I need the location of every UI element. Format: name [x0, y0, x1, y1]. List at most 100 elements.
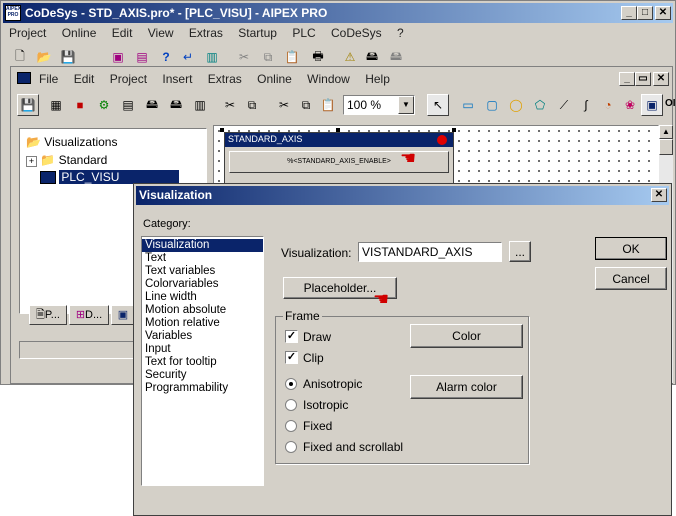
category-item-programmability[interactable]: Programmability — [142, 382, 263, 395]
zoom-select[interactable]: 100 % ▼ — [343, 95, 415, 115]
polyline-tool-icon[interactable]: ⟋ — [553, 94, 575, 116]
menu-edit[interactable]: Edit — [112, 26, 133, 40]
cut-icon[interactable]: ✂ — [273, 94, 295, 116]
curve-tool-icon[interactable]: ∫ — [575, 94, 597, 116]
upload-icon[interactable]: 🖴 — [165, 94, 187, 116]
menu-online[interactable]: Online — [62, 26, 97, 40]
menu-project[interactable]: Project — [9, 26, 46, 40]
visualization-input[interactable]: VISTANDARD_AXIS — [358, 242, 502, 262]
new-file-icon[interactable]: 🗋 — [9, 46, 31, 68]
copy-icon[interactable]: ⧉ — [241, 94, 263, 116]
save-icon[interactable]: 💾 — [17, 94, 39, 116]
category-item-input[interactable]: Input — [142, 343, 263, 356]
fixed-radio[interactable] — [285, 420, 297, 432]
selection-handle[interactable] — [220, 128, 224, 132]
ellipse-tool-icon[interactable]: ◯ — [505, 94, 527, 116]
tab-pous[interactable]: 🗎P... — [29, 305, 67, 325]
login-icon[interactable]: ▣ — [107, 46, 129, 68]
tab-datatypes[interactable]: ⊞D... — [69, 305, 109, 325]
ok-button[interactable]: OK — [595, 237, 667, 260]
clip-checkbox[interactable]: ✓ — [285, 351, 298, 364]
tree-root[interactable]: 📂 Visualizations — [26, 135, 117, 149]
bitmap-tool-icon[interactable]: ❀ — [619, 94, 641, 116]
child-restore-button[interactable]: ▭ — [635, 72, 651, 86]
menu-codesys[interactable]: CoDeSys — [331, 26, 382, 40]
fixed-scrollable-radio[interactable] — [285, 441, 297, 453]
expand-icon[interactable]: + — [26, 156, 37, 167]
category-item-line-width[interactable]: Line width — [142, 291, 263, 304]
selection-handle[interactable] — [452, 128, 456, 132]
download-icon[interactable]: 🖴 — [361, 46, 383, 68]
scroll-thumb[interactable] — [659, 139, 673, 155]
polygon-tool-icon[interactable]: ⬠ — [529, 94, 551, 116]
category-item-text[interactable]: Text — [142, 252, 263, 265]
menu-view[interactable]: View — [148, 26, 174, 40]
run-icon[interactable]: ⚙ — [93, 94, 115, 116]
category-item-text-for-tooltip[interactable]: Text for tooltip — [142, 356, 263, 369]
color-button[interactable]: Color — [410, 324, 523, 348]
stepping-icon[interactable]: ⚠ — [339, 46, 361, 68]
open-folder-icon[interactable]: 📂 — [33, 46, 55, 68]
menu-extras[interactable]: Extras — [189, 26, 223, 40]
dialog-close-button[interactable]: ✕ — [651, 188, 667, 202]
anisotropic-radio[interactable] — [285, 378, 297, 390]
maximize-button[interactable]: □ — [637, 6, 653, 20]
draw-checkbox[interactable]: ✓ — [285, 330, 298, 343]
step-icon[interactable]: ▤ — [117, 94, 139, 116]
visualization-tool-icon[interactable]: ▣ — [641, 94, 663, 116]
child-close-button[interactable]: ✕ — [653, 72, 669, 86]
upload-icon[interactable]: 🖴 — [385, 46, 407, 68]
child-menu-window[interactable]: Window — [307, 72, 350, 86]
minimize-button[interactable]: _ — [621, 6, 637, 20]
category-item-colorvariables[interactable]: Colorvariables — [142, 278, 263, 291]
download-icon[interactable]: 🖴 — [141, 94, 163, 116]
child-menu-edit[interactable]: Edit — [74, 72, 95, 86]
copy-icon[interactable]: ⧉ — [257, 46, 279, 68]
rectangle-tool-icon[interactable]: ▭ — [457, 94, 479, 116]
stop-icon[interactable]: ⏹ — [69, 94, 91, 116]
child-menu-help[interactable]: Help — [365, 72, 390, 86]
tree-item-standard[interactable]: + 📁 Standard — [26, 153, 107, 167]
category-list[interactable]: Visualization Text Text variables Colorv… — [141, 236, 264, 486]
scroll-up-icon[interactable]: ▲ — [659, 125, 673, 139]
calculator-icon[interactable]: ▥ — [201, 46, 223, 68]
paste-icon[interactable]: 📋 — [281, 46, 303, 68]
select-pointer-icon[interactable]: ↖ — [427, 94, 449, 116]
category-item-motion-absolute[interactable]: Motion absolute — [142, 304, 263, 317]
browse-button[interactable]: ... — [509, 241, 531, 262]
chevron-down-icon[interactable]: ▼ — [398, 96, 414, 114]
child-window-icon[interactable] — [17, 72, 31, 84]
category-item-visualization[interactable]: Visualization — [142, 239, 263, 252]
category-item-motion-relative[interactable]: Motion relative — [142, 317, 263, 330]
menu-startup[interactable]: Startup — [238, 26, 277, 40]
pie-tool-icon[interactable]: ◔ — [597, 94, 619, 116]
child-menu-online[interactable]: Online — [257, 72, 292, 86]
copy-icon[interactable]: ⧉ — [295, 94, 317, 116]
isotropic-radio[interactable] — [285, 399, 297, 411]
alarm-color-button[interactable]: Alarm color — [410, 375, 523, 399]
app-icon[interactable]: AIPEX PRO — [5, 5, 21, 21]
paste-icon[interactable]: 📋 — [317, 94, 339, 116]
close-button[interactable]: ✕ — [655, 6, 671, 20]
category-item-variables[interactable]: Variables — [142, 330, 263, 343]
child-minimize-button[interactable]: _ — [619, 72, 635, 86]
tab-visualizations[interactable]: ▣ — [111, 305, 135, 325]
selection-handle[interactable] — [336, 128, 340, 132]
rounded-rect-tool-icon[interactable]: ▢ — [481, 94, 503, 116]
child-menu-project[interactable]: Project — [110, 72, 147, 86]
menu-plc[interactable]: PLC — [292, 26, 315, 40]
print-icon[interactable]: 🖶 — [307, 46, 329, 68]
cancel-button[interactable]: Cancel — [595, 267, 667, 290]
child-menu-extras[interactable]: Extras — [208, 72, 242, 86]
child-menu-file[interactable]: File — [39, 72, 58, 86]
context-help-icon[interactable]: ↵ — [177, 46, 199, 68]
category-item-text-variables[interactable]: Text variables — [142, 265, 263, 278]
child-menu-insert[interactable]: Insert — [162, 72, 192, 86]
library-icon[interactable]: ▥ — [189, 94, 211, 116]
save-icon[interactable]: 💾 — [57, 46, 79, 68]
menu-help[interactable]: ? — [397, 26, 404, 40]
help-icon[interactable]: ? — [155, 46, 177, 68]
cut-icon[interactable]: ✂ — [233, 46, 255, 68]
logout-icon[interactable]: ▤ — [131, 46, 153, 68]
cut-icon[interactable]: ✂ — [219, 94, 241, 116]
